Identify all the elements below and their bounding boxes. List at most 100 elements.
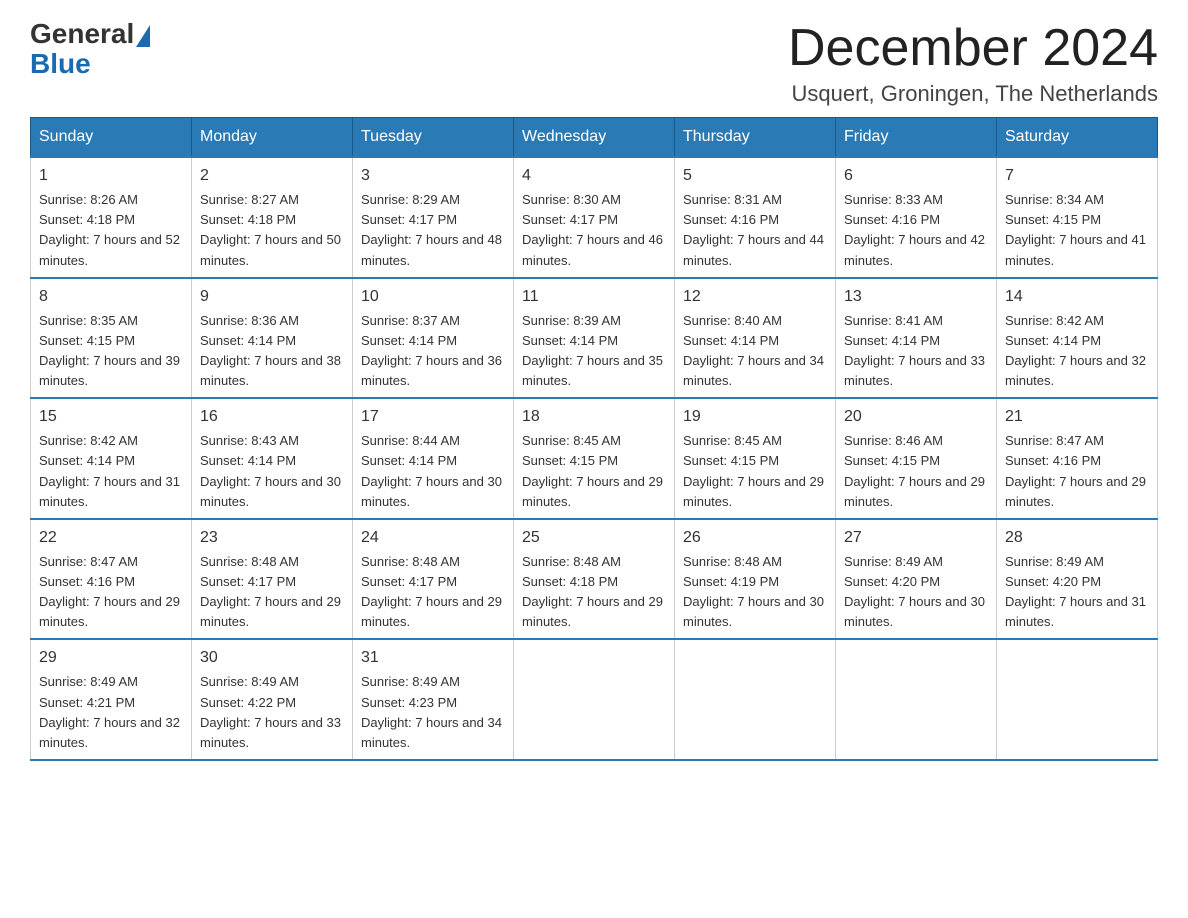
day-info: Sunrise: 8:27 AMSunset: 4:18 PMDaylight:… [200, 190, 344, 271]
calendar-week-row: 15Sunrise: 8:42 AMSunset: 4:14 PMDayligh… [31, 398, 1158, 519]
day-info: Sunrise: 8:31 AMSunset: 4:16 PMDaylight:… [683, 190, 827, 271]
calendar-cell: 5Sunrise: 8:31 AMSunset: 4:16 PMDaylight… [675, 157, 836, 278]
day-info: Sunrise: 8:37 AMSunset: 4:14 PMDaylight:… [361, 311, 505, 392]
day-info: Sunrise: 8:26 AMSunset: 4:18 PMDaylight:… [39, 190, 183, 271]
day-number: 4 [522, 164, 666, 188]
day-info: Sunrise: 8:45 AMSunset: 4:15 PMDaylight:… [522, 431, 666, 512]
day-info: Sunrise: 8:49 AMSunset: 4:21 PMDaylight:… [39, 672, 183, 753]
day-info: Sunrise: 8:48 AMSunset: 4:18 PMDaylight:… [522, 552, 666, 633]
calendar-cell [514, 639, 675, 760]
day-number: 24 [361, 526, 505, 550]
weekday-header-saturday: Saturday [997, 118, 1158, 158]
day-info: Sunrise: 8:39 AMSunset: 4:14 PMDaylight:… [522, 311, 666, 392]
day-info: Sunrise: 8:48 AMSunset: 4:17 PMDaylight:… [200, 552, 344, 633]
logo-general-text: General [30, 20, 134, 48]
day-info: Sunrise: 8:48 AMSunset: 4:19 PMDaylight:… [683, 552, 827, 633]
calendar-cell: 25Sunrise: 8:48 AMSunset: 4:18 PMDayligh… [514, 519, 675, 640]
calendar-header: SundayMondayTuesdayWednesdayThursdayFrid… [31, 118, 1158, 158]
calendar-cell: 28Sunrise: 8:49 AMSunset: 4:20 PMDayligh… [997, 519, 1158, 640]
day-number: 18 [522, 405, 666, 429]
calendar-cell: 27Sunrise: 8:49 AMSunset: 4:20 PMDayligh… [836, 519, 997, 640]
weekday-header-tuesday: Tuesday [353, 118, 514, 158]
day-number: 3 [361, 164, 505, 188]
day-number: 23 [200, 526, 344, 550]
day-number: 25 [522, 526, 666, 550]
day-number: 30 [200, 646, 344, 670]
calendar-cell: 31Sunrise: 8:49 AMSunset: 4:23 PMDayligh… [353, 639, 514, 760]
title-area: December 2024 Usquert, Groningen, The Ne… [788, 20, 1158, 107]
day-number: 10 [361, 285, 505, 309]
calendar-cell [997, 639, 1158, 760]
day-info: Sunrise: 8:49 AMSunset: 4:22 PMDaylight:… [200, 672, 344, 753]
day-number: 22 [39, 526, 183, 550]
calendar-cell: 10Sunrise: 8:37 AMSunset: 4:14 PMDayligh… [353, 278, 514, 399]
calendar-body: 1Sunrise: 8:26 AMSunset: 4:18 PMDaylight… [31, 157, 1158, 760]
day-number: 9 [200, 285, 344, 309]
day-number: 12 [683, 285, 827, 309]
day-number: 31 [361, 646, 505, 670]
calendar-cell: 8Sunrise: 8:35 AMSunset: 4:15 PMDaylight… [31, 278, 192, 399]
day-info: Sunrise: 8:49 AMSunset: 4:23 PMDaylight:… [361, 672, 505, 753]
day-info: Sunrise: 8:41 AMSunset: 4:14 PMDaylight:… [844, 311, 988, 392]
calendar-table: SundayMondayTuesdayWednesdayThursdayFrid… [30, 117, 1158, 761]
weekday-header-friday: Friday [836, 118, 997, 158]
day-info: Sunrise: 8:34 AMSunset: 4:15 PMDaylight:… [1005, 190, 1149, 271]
weekday-header-thursday: Thursday [675, 118, 836, 158]
calendar-cell: 1Sunrise: 8:26 AMSunset: 4:18 PMDaylight… [31, 157, 192, 278]
day-number: 15 [39, 405, 183, 429]
day-info: Sunrise: 8:33 AMSunset: 4:16 PMDaylight:… [844, 190, 988, 271]
day-number: 2 [200, 164, 344, 188]
calendar-cell: 26Sunrise: 8:48 AMSunset: 4:19 PMDayligh… [675, 519, 836, 640]
page-header: General Blue December 2024 Usquert, Gron… [30, 20, 1158, 107]
day-number: 19 [683, 405, 827, 429]
logo-blue-text: Blue [30, 48, 91, 79]
day-info: Sunrise: 8:40 AMSunset: 4:14 PMDaylight:… [683, 311, 827, 392]
day-number: 29 [39, 646, 183, 670]
weekday-header-row: SundayMondayTuesdayWednesdayThursdayFrid… [31, 118, 1158, 158]
day-info: Sunrise: 8:43 AMSunset: 4:14 PMDaylight:… [200, 431, 344, 512]
day-info: Sunrise: 8:36 AMSunset: 4:14 PMDaylight:… [200, 311, 344, 392]
day-number: 28 [1005, 526, 1149, 550]
day-info: Sunrise: 8:30 AMSunset: 4:17 PMDaylight:… [522, 190, 666, 271]
day-number: 1 [39, 164, 183, 188]
calendar-cell [675, 639, 836, 760]
calendar-cell: 24Sunrise: 8:48 AMSunset: 4:17 PMDayligh… [353, 519, 514, 640]
calendar-cell: 17Sunrise: 8:44 AMSunset: 4:14 PMDayligh… [353, 398, 514, 519]
calendar-week-row: 29Sunrise: 8:49 AMSunset: 4:21 PMDayligh… [31, 639, 1158, 760]
calendar-cell: 22Sunrise: 8:47 AMSunset: 4:16 PMDayligh… [31, 519, 192, 640]
day-number: 27 [844, 526, 988, 550]
day-info: Sunrise: 8:49 AMSunset: 4:20 PMDaylight:… [1005, 552, 1149, 633]
day-info: Sunrise: 8:42 AMSunset: 4:14 PMDaylight:… [1005, 311, 1149, 392]
calendar-cell: 16Sunrise: 8:43 AMSunset: 4:14 PMDayligh… [192, 398, 353, 519]
calendar-cell: 18Sunrise: 8:45 AMSunset: 4:15 PMDayligh… [514, 398, 675, 519]
calendar-cell: 13Sunrise: 8:41 AMSunset: 4:14 PMDayligh… [836, 278, 997, 399]
calendar-cell: 15Sunrise: 8:42 AMSunset: 4:14 PMDayligh… [31, 398, 192, 519]
day-number: 20 [844, 405, 988, 429]
calendar-week-row: 1Sunrise: 8:26 AMSunset: 4:18 PMDaylight… [31, 157, 1158, 278]
calendar-week-row: 22Sunrise: 8:47 AMSunset: 4:16 PMDayligh… [31, 519, 1158, 640]
day-info: Sunrise: 8:47 AMSunset: 4:16 PMDaylight:… [39, 552, 183, 633]
day-info: Sunrise: 8:49 AMSunset: 4:20 PMDaylight:… [844, 552, 988, 633]
day-number: 13 [844, 285, 988, 309]
day-info: Sunrise: 8:47 AMSunset: 4:16 PMDaylight:… [1005, 431, 1149, 512]
logo-triangle-icon [136, 25, 150, 47]
day-info: Sunrise: 8:44 AMSunset: 4:14 PMDaylight:… [361, 431, 505, 512]
weekday-header-wednesday: Wednesday [514, 118, 675, 158]
calendar-cell: 9Sunrise: 8:36 AMSunset: 4:14 PMDaylight… [192, 278, 353, 399]
calendar-cell: 4Sunrise: 8:30 AMSunset: 4:17 PMDaylight… [514, 157, 675, 278]
main-title: December 2024 [788, 20, 1158, 77]
calendar-cell: 30Sunrise: 8:49 AMSunset: 4:22 PMDayligh… [192, 639, 353, 760]
day-number: 5 [683, 164, 827, 188]
logo: General Blue [30, 20, 152, 80]
calendar-cell: 20Sunrise: 8:46 AMSunset: 4:15 PMDayligh… [836, 398, 997, 519]
calendar-cell: 21Sunrise: 8:47 AMSunset: 4:16 PMDayligh… [997, 398, 1158, 519]
calendar-cell: 29Sunrise: 8:49 AMSunset: 4:21 PMDayligh… [31, 639, 192, 760]
day-number: 21 [1005, 405, 1149, 429]
day-number: 11 [522, 285, 666, 309]
day-number: 8 [39, 285, 183, 309]
day-number: 17 [361, 405, 505, 429]
day-number: 26 [683, 526, 827, 550]
calendar-cell: 3Sunrise: 8:29 AMSunset: 4:17 PMDaylight… [353, 157, 514, 278]
calendar-cell: 12Sunrise: 8:40 AMSunset: 4:14 PMDayligh… [675, 278, 836, 399]
calendar-cell: 11Sunrise: 8:39 AMSunset: 4:14 PMDayligh… [514, 278, 675, 399]
